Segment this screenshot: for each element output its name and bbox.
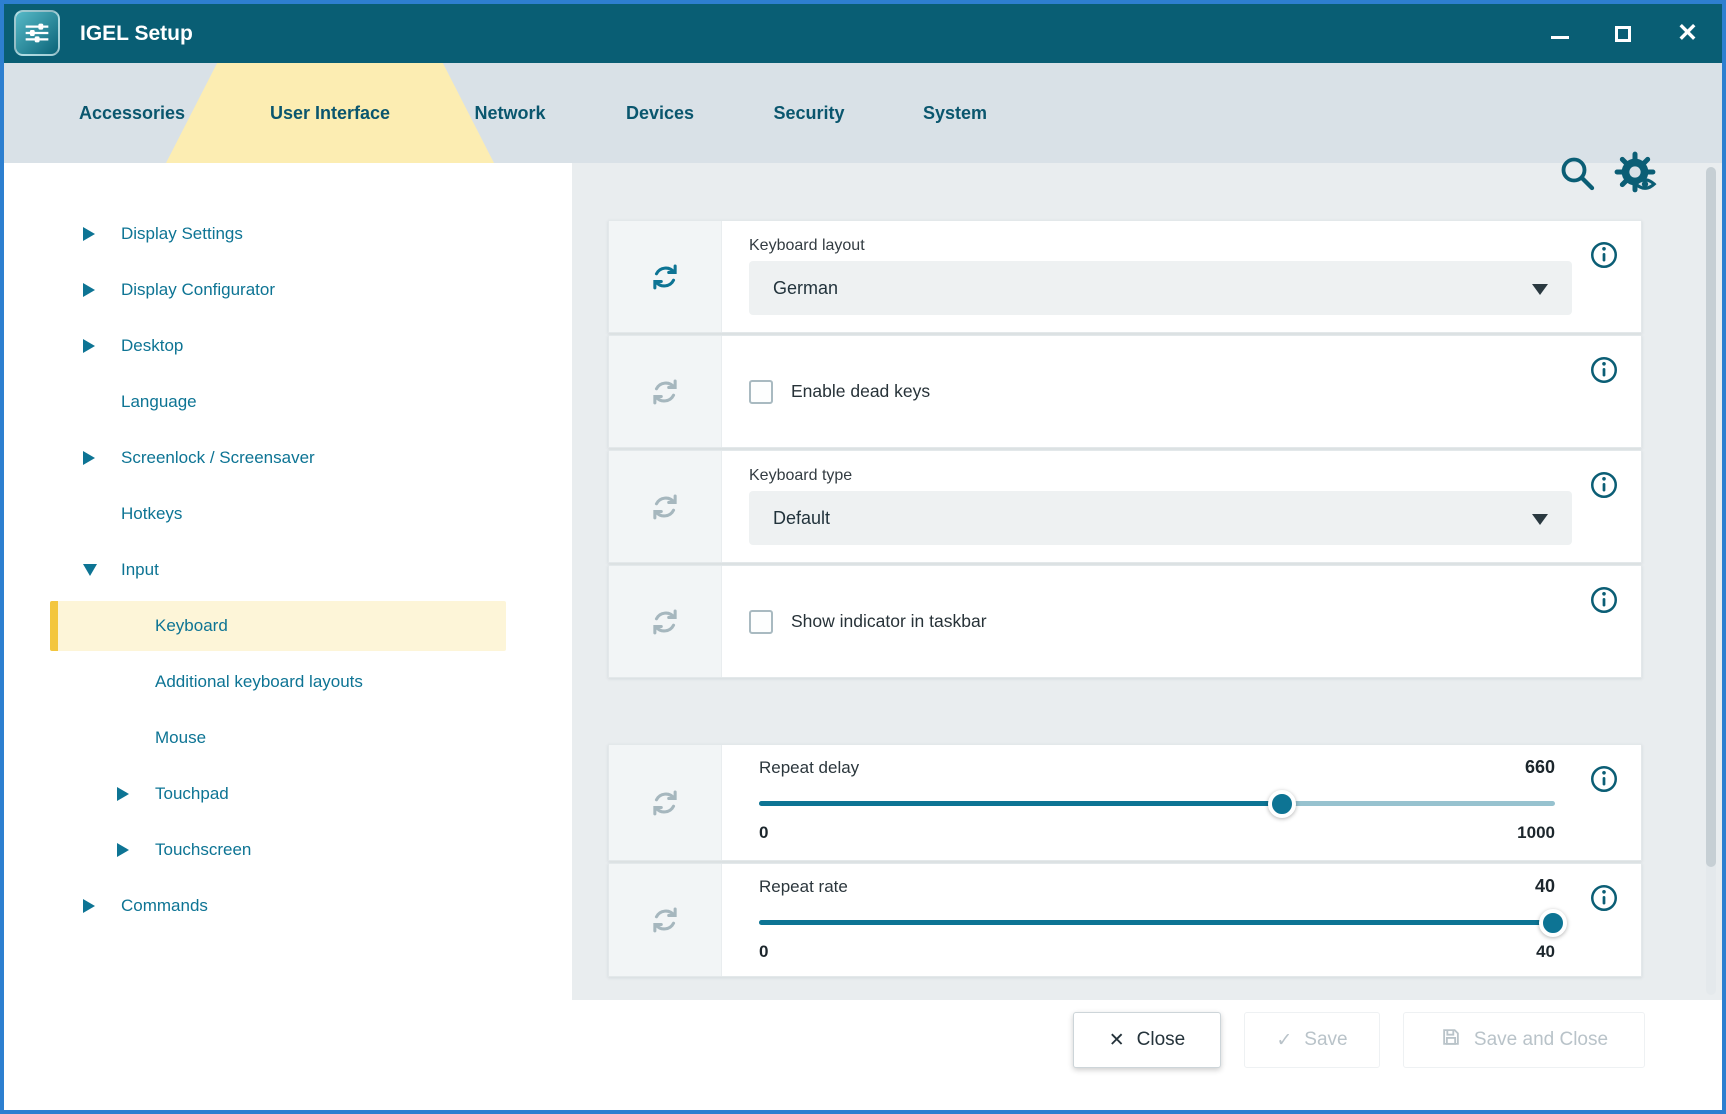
tab-accessories[interactable]: Accessories: [79, 63, 185, 163]
info-icon[interactable]: [1589, 883, 1619, 913]
tab-network[interactable]: Network: [474, 63, 545, 163]
info-icon[interactable]: [1589, 355, 1619, 385]
footer-bar: ✕ Close ✓ Save Save and Close: [4, 1000, 1722, 1110]
sidebar-item-desktop[interactable]: Desktop: [4, 318, 572, 374]
tab-devices[interactable]: Devices: [626, 63, 694, 163]
chevron-right-icon[interactable]: [83, 227, 121, 241]
tab-security[interactable]: Security: [773, 63, 844, 163]
setting-row-enable-dead-keys: Enable dead keys: [608, 335, 1642, 448]
reset-to-default-icon[interactable]: [649, 904, 681, 936]
minimize-icon: [1551, 36, 1569, 39]
info-icon[interactable]: [1589, 470, 1619, 500]
keyboard-type-dropdown[interactable]: Default: [749, 491, 1572, 545]
repeat-rate-value: 40: [1535, 876, 1555, 897]
slider-handle[interactable]: [1268, 790, 1296, 818]
chevron-down-icon[interactable]: [83, 564, 121, 576]
sidebar-item-input[interactable]: Input: [4, 542, 572, 598]
scrollbar-thumb[interactable]: [1706, 167, 1716, 867]
enable-dead-keys-label: Enable dead keys: [791, 381, 930, 402]
tab-bar: Accessories User Interface Network Devic…: [4, 63, 1722, 163]
repeat-delay-value: 660: [1525, 757, 1555, 778]
reset-to-default-icon[interactable]: [649, 787, 681, 819]
info-icon[interactable]: [1589, 764, 1619, 794]
setting-row-keyboard-layout: Keyboard layout German: [608, 220, 1642, 333]
floppy-disk-icon: [1440, 1026, 1462, 1054]
navigation-tree: Display Settings Display Configurator De…: [4, 163, 572, 1000]
igel-logo-icon: [14, 10, 60, 56]
check-icon: ✓: [1276, 1031, 1292, 1050]
setting-row-keyboard-type: Keyboard type Default: [608, 450, 1642, 563]
repeat-rate-slider[interactable]: [759, 920, 1555, 925]
sidebar-item-screenlock[interactable]: Screenlock / Screensaver: [4, 430, 572, 486]
show-indicator-checkbox[interactable]: [749, 610, 773, 634]
sidebar-item-display-configurator[interactable]: Display Configurator: [4, 262, 572, 318]
enable-dead-keys-checkbox[interactable]: [749, 380, 773, 404]
gear-eye-icon[interactable]: [1610, 147, 1660, 197]
repeat-rate-label: Repeat rate: [759, 877, 848, 897]
sidebar-item-touchscreen[interactable]: Touchscreen: [4, 822, 572, 878]
maximize-icon: [1615, 26, 1631, 42]
caret-down-icon: [1532, 514, 1548, 525]
sidebar-item-commands[interactable]: Commands: [4, 878, 572, 934]
sidebar-item-additional-keyboard-layouts[interactable]: Additional keyboard layouts: [4, 654, 572, 710]
info-icon[interactable]: [1589, 585, 1619, 615]
repeat-delay-max: 1000: [1517, 823, 1555, 843]
chevron-right-icon[interactable]: [83, 451, 121, 465]
repeat-rate-min: 0: [759, 942, 768, 962]
vertical-scrollbar[interactable]: [1706, 167, 1716, 995]
keyboard-type-label: Keyboard type: [749, 467, 852, 485]
minimize-button[interactable]: [1551, 28, 1569, 39]
window-title: IGEL Setup: [80, 4, 193, 63]
slider-handle[interactable]: [1539, 909, 1567, 937]
chevron-right-icon[interactable]: [117, 787, 155, 801]
chevron-right-icon[interactable]: [83, 899, 121, 913]
reset-to-default-icon[interactable]: [649, 261, 681, 293]
close-window-button[interactable]: ✕: [1677, 21, 1698, 46]
settings-panel: Keyboard layout German: [572, 163, 1722, 1000]
maximize-button[interactable]: [1615, 26, 1631, 42]
sidebar-item-mouse[interactable]: Mouse: [4, 710, 572, 766]
igel-setup-window: IGEL Setup ✕ Accessories User Interface …: [0, 0, 1726, 1114]
keyboard-layout-dropdown[interactable]: German: [749, 261, 1572, 315]
keyboard-layout-label: Keyboard layout: [749, 237, 865, 255]
sidebar-item-touchpad[interactable]: Touchpad: [4, 766, 572, 822]
repeat-rate-max: 40: [1536, 942, 1555, 962]
reset-to-default-icon[interactable]: [649, 606, 681, 638]
reset-to-default-icon[interactable]: [649, 376, 681, 408]
reset-to-default-icon[interactable]: [649, 491, 681, 523]
chevron-right-icon[interactable]: [83, 339, 121, 353]
repeat-delay-label: Repeat delay: [759, 758, 859, 778]
sidebar-item-keyboard[interactable]: Keyboard: [50, 601, 506, 651]
search-icon[interactable]: [1557, 153, 1597, 193]
tab-system[interactable]: System: [923, 63, 987, 163]
chevron-right-icon[interactable]: [83, 283, 121, 297]
repeat-delay-slider[interactable]: [759, 801, 1555, 806]
save-button: ✓ Save: [1244, 1012, 1380, 1068]
setting-row-show-indicator: Show indicator in taskbar: [608, 565, 1642, 678]
tab-user-interface[interactable]: User Interface: [270, 63, 390, 163]
title-bar: IGEL Setup ✕: [4, 4, 1722, 63]
close-button[interactable]: ✕ Close: [1073, 1012, 1221, 1068]
repeat-delay-min: 0: [759, 823, 768, 843]
setting-row-repeat-rate: Repeat rate 40 0 40: [608, 863, 1642, 977]
setting-row-repeat-delay: Repeat delay 660 0 1000: [608, 744, 1642, 861]
sidebar-item-display-settings[interactable]: Display Settings: [4, 206, 572, 262]
info-icon[interactable]: [1589, 240, 1619, 270]
close-x-icon: ✕: [1109, 1031, 1125, 1050]
chevron-right-icon[interactable]: [117, 843, 155, 857]
save-and-close-button: Save and Close: [1403, 1012, 1645, 1068]
sidebar-item-language[interactable]: Language: [4, 374, 572, 430]
caret-down-icon: [1532, 284, 1548, 295]
sidebar-item-hotkeys[interactable]: Hotkeys: [4, 486, 572, 542]
show-indicator-label: Show indicator in taskbar: [791, 611, 987, 632]
